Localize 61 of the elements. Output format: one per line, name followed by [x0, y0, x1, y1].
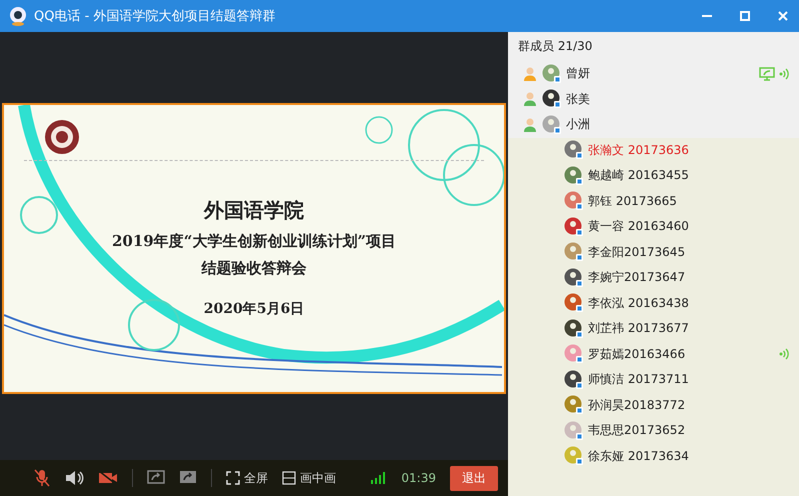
speaker-icon	[64, 469, 84, 487]
member-name: 曾妍	[566, 65, 591, 82]
avatar-icon	[542, 89, 562, 110]
avatar-icon	[564, 242, 584, 262]
share-file-button[interactable]	[179, 470, 197, 486]
avatar-icon	[542, 114, 562, 135]
avatar-icon	[564, 420, 584, 441]
share-screen-button[interactable]	[147, 470, 165, 486]
camera-button[interactable]	[98, 470, 118, 486]
avatar-icon	[564, 318, 584, 339]
member-name: 郭钰 20173665	[588, 192, 678, 210]
avatar-icon	[564, 216, 584, 237]
close-icon	[778, 11, 788, 21]
member-name: 师慎洁 20173711	[588, 371, 690, 388]
university-emblem-icon	[44, 119, 80, 155]
avatar-icon	[564, 268, 584, 288]
member-name: 罗茹嫣20163466	[588, 346, 686, 363]
member-name: 徐东娅 20173634	[588, 448, 690, 465]
maximize-icon	[740, 11, 750, 21]
member-name: 李金阳20173645	[588, 244, 686, 261]
slide-text: 2020年5月6日	[204, 300, 304, 318]
app-logo-icon	[8, 6, 28, 26]
avatar-icon	[564, 370, 584, 390]
member-name: 张瀚文 20173636	[588, 142, 690, 159]
member-role-icon	[522, 116, 538, 133]
member-name: 韦思思20173652	[588, 422, 686, 440]
slide-text: 2019年度“大学生创新创业训练计划”项目	[112, 232, 396, 251]
fullscreen-button[interactable]: 全屏	[226, 470, 268, 486]
microphone-button[interactable]	[34, 469, 50, 487]
slide-text: 结题验收答辩会	[202, 259, 306, 278]
member-role-icon	[522, 66, 538, 82]
window-title: QQ电话 - 外国语学院大创项目结题答辩群	[34, 8, 276, 25]
exit-button[interactable]: 退出	[450, 466, 498, 490]
avatar-icon	[542, 64, 562, 84]
member-name: 刘芷祎 20173677	[588, 320, 690, 338]
fullscreen-icon	[226, 471, 240, 485]
picture-in-picture-icon	[282, 471, 296, 485]
member-name: 鲍越崎 20163455	[588, 167, 690, 184]
share-icon	[179, 470, 197, 486]
member-role-icon	[522, 91, 538, 108]
member-name: 李依泓 20163438	[588, 294, 690, 312]
slide-text: 外国语学院	[204, 197, 304, 224]
avatar-icon	[564, 293, 584, 314]
avatar-icon	[564, 140, 584, 160]
member-name: 小洲	[566, 116, 591, 134]
share-screen-icon	[147, 470, 165, 486]
picture-in-picture-button[interactable]: 画中画	[282, 470, 336, 486]
member-name: 黄一容 20163460	[588, 218, 690, 236]
call-duration: 01:39	[401, 471, 436, 485]
signal-icon	[371, 472, 388, 484]
member-name: 孙润昊20183772	[588, 396, 686, 414]
member-name: 李婉宁20173647	[588, 269, 686, 286]
avatar-icon	[564, 166, 584, 186]
avatar-icon	[564, 191, 584, 212]
member-count: 群成员 21/30	[508, 32, 799, 61]
avatar-icon	[564, 344, 584, 364]
speaker-button[interactable]	[64, 469, 84, 487]
minimize-icon	[702, 15, 712, 17]
member-name: 张美	[566, 90, 591, 108]
avatar-icon	[564, 395, 584, 416]
avatar-icon	[564, 446, 584, 466]
